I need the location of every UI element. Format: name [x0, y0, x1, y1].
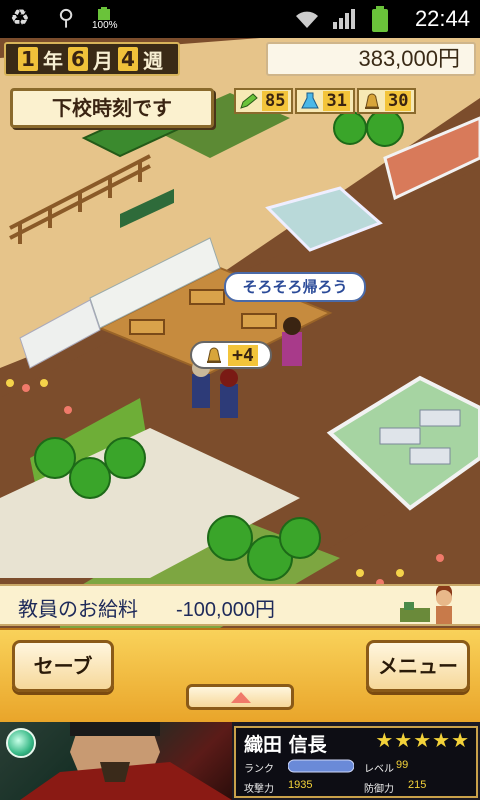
menu-button[interactable]: メニュー: [366, 640, 470, 692]
usb-icon: ⚲: [58, 6, 75, 31]
stat-flask-value: 31: [323, 91, 350, 111]
teacher-avatar-icon: [400, 586, 452, 624]
rating-stars: ★★★★★: [375, 728, 470, 752]
ad-banner[interactable]: 織田 信長 ★★★★★ ランク レベル 99 攻撃力 1935 防御力 215: [0, 722, 480, 800]
status-notice: 下校時刻です: [10, 88, 214, 128]
character-card: 織田 信長 ★★★★★ ランク レベル 99 攻撃力 1935 防御力 215: [234, 726, 478, 798]
rank-label: ランク: [244, 764, 274, 775]
money-display: 383,000円: [266, 42, 476, 76]
gem-icon: [6, 728, 36, 758]
week-unit: 週: [143, 48, 163, 73]
warrior-portrait: [0, 722, 232, 800]
level-value: 99: [396, 759, 409, 771]
stat-bell-value: 30: [384, 91, 412, 111]
signal-icon: [333, 9, 355, 29]
defense-label: 防御力: [364, 784, 394, 795]
battery-percent: 100%: [92, 20, 118, 31]
salary-amount: -100,000円: [176, 599, 275, 621]
pencil-icon: [240, 93, 258, 109]
research-stats: 85 31 30: [234, 88, 480, 116]
year-unit: 年: [43, 48, 63, 73]
control-bar: セーブ メニュー: [0, 628, 480, 722]
attack-label: 攻撃力: [244, 784, 274, 795]
save-button[interactable]: セーブ: [12, 640, 114, 692]
battery-icon: [372, 6, 388, 32]
triangle-up-icon: [231, 692, 251, 703]
character-name: 織田 信長: [244, 734, 327, 756]
stat-bell: 30: [356, 88, 417, 114]
year-number: 1: [18, 47, 38, 71]
stat-pencil-value: 85: [262, 91, 289, 111]
bell-icon: [207, 347, 222, 363]
stat-flask: 31: [295, 88, 355, 114]
month-unit: 月: [93, 48, 113, 73]
date-display: 1 年 6 月 4 週: [4, 42, 180, 76]
defense-value: 215: [408, 779, 427, 791]
student-speech-bubble: そろそろ帰ろう: [224, 272, 366, 302]
week-number: 4: [118, 47, 138, 71]
month-number: 6: [68, 47, 88, 71]
warrior-illustration: [20, 722, 232, 800]
flask-icon: [301, 92, 320, 109]
stat-pencil: 85: [234, 88, 294, 114]
status-bar: ♻ ⚲ 100% 22:44: [0, 0, 480, 38]
wifi-icon: [296, 11, 318, 28]
salary-notice: 教員のお給料 -100,000円: [0, 584, 480, 626]
expand-button[interactable]: [186, 684, 294, 710]
level-label: レベル: [364, 764, 394, 775]
bonus-value: +4: [228, 344, 258, 366]
salary-label: 教員のお給料: [18, 597, 138, 621]
rank-badge-icon: [288, 759, 354, 773]
clock: 22:44: [414, 6, 470, 31]
bell-icon: [364, 93, 379, 109]
attack-value: 1935: [288, 779, 313, 791]
recycle-icon: ♻: [10, 6, 30, 31]
bonus-bubble: +4: [190, 341, 272, 369]
